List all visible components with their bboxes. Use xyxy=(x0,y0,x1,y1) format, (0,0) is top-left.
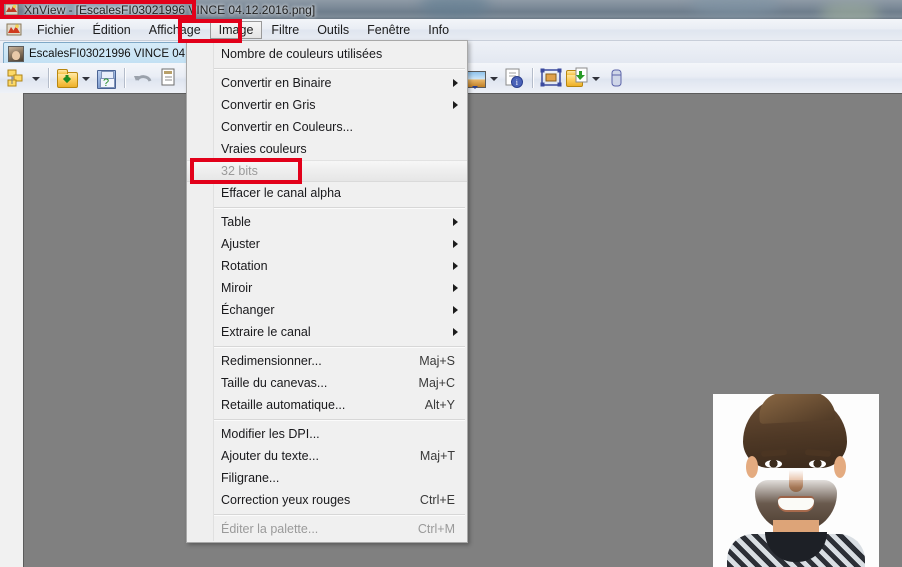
menu-item-label: Éditer la palette... xyxy=(221,522,319,536)
menu-item-nombre-de-couleurs-utilis-es[interactable]: Nombre de couleurs utilisées xyxy=(187,43,467,65)
menu-item-label: Rotation xyxy=(221,259,268,273)
tab-image-document[interactable]: EscalesFI03021996 VINCE 04.12 xyxy=(3,42,210,64)
xnview-window: XnView - [EscalesFI03021996 VINCE 04.12.… xyxy=(0,0,902,567)
workspace-left-strip xyxy=(0,93,24,567)
menu-item-redimensionner[interactable]: Redimensionner... Maj+S xyxy=(187,350,467,372)
menu-info[interactable]: Info xyxy=(419,21,458,39)
menu-item-label: Table xyxy=(221,215,251,229)
menu-edition[interactable]: Édition xyxy=(84,21,140,39)
tab-thumbnail-icon xyxy=(8,45,24,62)
menu-item-retaille-automatique[interactable]: Retaille automatique... Alt+Y xyxy=(187,394,467,416)
menu-item-label: Taille du canevas... xyxy=(221,376,328,390)
menu-item-shortcut: Maj+C xyxy=(418,376,455,390)
submenu-arrow-icon xyxy=(453,306,458,314)
submenu-arrow-icon xyxy=(453,262,458,270)
menu-item-label: Redimensionner... xyxy=(221,354,322,368)
menu-item-extraire-le-canal[interactable]: Extraire le canal xyxy=(187,321,467,343)
menu-separator xyxy=(214,346,465,347)
toolbar-separator xyxy=(124,68,125,88)
menu-item-taille-du-canevas[interactable]: Taille du canevas... Maj+C xyxy=(187,372,467,394)
submenu-arrow-icon xyxy=(453,240,458,248)
menu-item-shortcut: Maj+T xyxy=(419,449,455,463)
menu-item-label: Modifier les DPI... xyxy=(221,427,320,441)
tab-label: EscalesFI03021996 VINCE 04.12 xyxy=(29,47,201,60)
menu-item-convertir-en-couleurs[interactable]: Convertir en Couleurs... xyxy=(187,116,467,138)
menu-separator xyxy=(214,514,465,515)
menu-item-label: Convertir en Gris xyxy=(221,98,316,112)
menu-item-label: Effacer le canal alpha xyxy=(221,186,341,200)
menu-item-label: Filigrane... xyxy=(221,471,280,485)
open-dropdown-arrow[interactable] xyxy=(80,66,91,90)
submenu-arrow-icon xyxy=(453,328,458,336)
menu-item-changer[interactable]: Échanger xyxy=(187,299,467,321)
menu-item-label: Nombre de couleurs utilisées xyxy=(221,47,383,61)
fullscreen-icon[interactable] xyxy=(539,66,563,90)
browser-dropdown-arrow[interactable] xyxy=(30,66,41,90)
export-dropdown-arrow[interactable] xyxy=(590,66,601,90)
menu-item-vraies-couleurs[interactable]: Vraies couleurs xyxy=(187,138,467,160)
menu-item-convertir-en-gris[interactable]: Convertir en Gris xyxy=(187,94,467,116)
image-menu-dropdown: Nombre de couleurs utilisées Convertir en… xyxy=(186,40,468,543)
browser-icon[interactable] xyxy=(5,66,29,90)
menu-item-convertir-en-binaire[interactable]: Convertir en Binaire xyxy=(187,72,467,94)
menu-separator xyxy=(214,68,465,69)
menu-filtre[interactable]: Filtre xyxy=(262,21,308,39)
submenu-arrow-icon xyxy=(453,79,458,87)
menu-fichier[interactable]: Fichier xyxy=(28,21,84,39)
copy-icon[interactable] xyxy=(157,66,181,90)
svg-text:?: ? xyxy=(103,77,109,89)
open-folder-icon[interactable] xyxy=(55,66,79,90)
menu-item-label: Ajuster xyxy=(221,237,260,251)
menu-item-label: Retaille automatique... xyxy=(221,398,346,412)
menu-item-ajuster[interactable]: Ajuster xyxy=(187,233,467,255)
menu-item-diter-la-palette: Éditer la palette... Ctrl+M xyxy=(187,518,467,540)
menu-item-shortcut: Maj+S xyxy=(419,354,455,368)
menu-item-label: Miroir xyxy=(221,281,253,295)
menu-item-correction-yeux-rouges[interactable]: Correction yeux rouges Ctrl+E xyxy=(187,489,467,511)
menu-bar: Fichier Édition Affichage Image Filtre O… xyxy=(0,19,902,41)
submenu-arrow-icon xyxy=(453,218,458,226)
xnview-small-icon xyxy=(6,22,22,37)
menu-item-label: Ajouter du texte... xyxy=(221,449,319,463)
highlight-title-bar xyxy=(0,0,196,19)
export-icon[interactable] xyxy=(565,66,589,90)
submenu-arrow-icon xyxy=(453,101,458,109)
menu-fenetre[interactable]: Fenêtre xyxy=(358,21,419,39)
portrait-photo[interactable] xyxy=(713,394,879,567)
menu-outils[interactable]: Outils xyxy=(308,21,358,39)
batch-icon[interactable] xyxy=(604,66,628,90)
menu-item-label: Vraies couleurs xyxy=(221,142,307,156)
menu-separator xyxy=(214,207,465,208)
menu-item-table[interactable]: Table xyxy=(187,211,467,233)
menu-item-effacer-le-canal-alpha[interactable]: Effacer le canal alpha xyxy=(187,182,467,204)
image-menu-items: Nombre de couleurs utilisées Convertir en… xyxy=(187,43,467,540)
slideshow-dropdown-arrow[interactable] xyxy=(488,66,499,90)
menu-item-label: Extraire le canal xyxy=(221,325,311,339)
menu-item-rotation[interactable]: Rotation xyxy=(187,255,467,277)
toolbar-separator xyxy=(48,68,49,88)
menu-item-shortcut: Alt+Y xyxy=(424,398,455,412)
menu-item-shortcut: Ctrl+M xyxy=(417,522,455,536)
menu-item-label: Échanger xyxy=(221,303,275,317)
menu-item-label: Convertir en Binaire xyxy=(221,76,332,90)
submenu-arrow-icon xyxy=(453,284,458,292)
toolbar-separator xyxy=(532,68,533,88)
menu-item-label: Correction yeux rouges xyxy=(221,493,351,507)
image-info-icon[interactable]: i xyxy=(502,66,526,90)
menu-item-miroir[interactable]: Miroir xyxy=(187,277,467,299)
menu-item-label: Convertir en Couleurs... xyxy=(221,120,354,134)
menu-separator xyxy=(214,419,465,420)
save-icon[interactable]: ? xyxy=(94,66,118,90)
menu-item-ajouter-du-texte[interactable]: Ajouter du texte... Maj+T xyxy=(187,445,467,467)
highlight-32-bits-item xyxy=(190,158,302,184)
highlight-image-menu xyxy=(178,19,242,43)
menu-item-filigrane[interactable]: Filigrane... xyxy=(187,467,467,489)
undo-icon[interactable] xyxy=(131,66,155,90)
menu-item-modifier-les-dpi[interactable]: Modifier les DPI... xyxy=(187,423,467,445)
menu-item-shortcut: Ctrl+E xyxy=(419,493,455,507)
